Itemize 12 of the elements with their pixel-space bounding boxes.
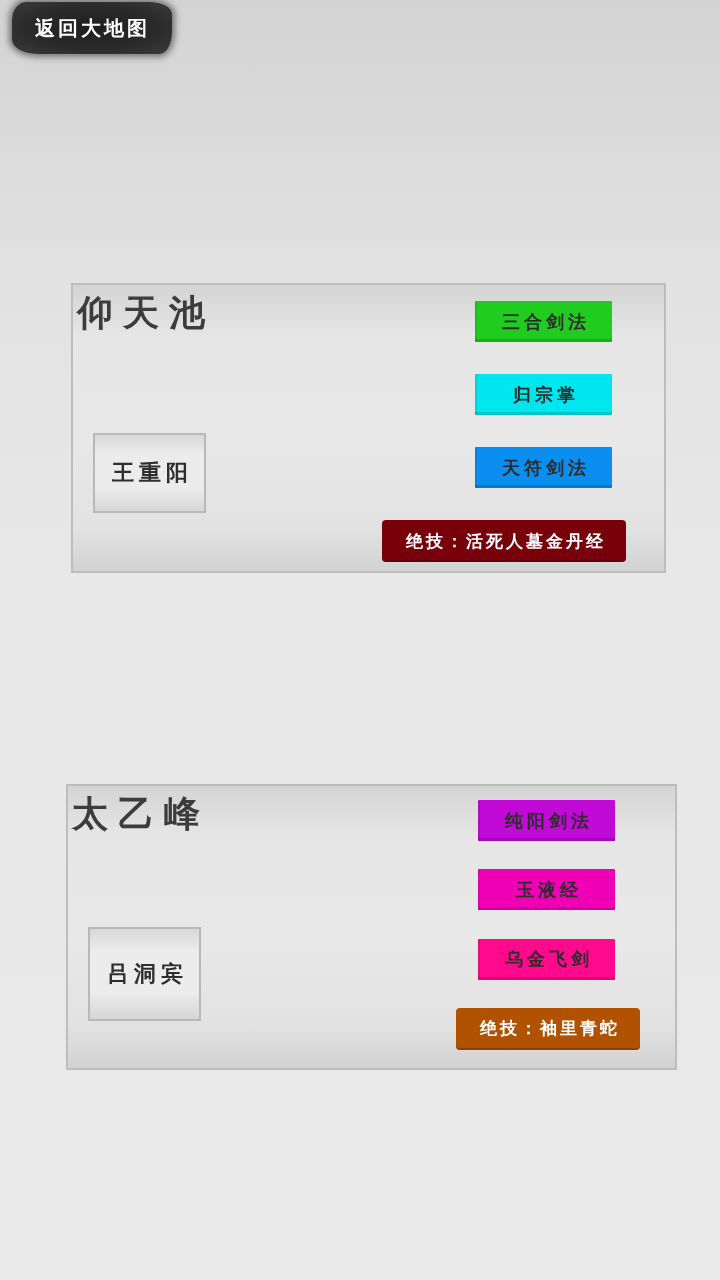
master-button[interactable]: 吕洞宾 [88,927,201,1021]
sect-title: 太乙峰 [72,792,210,834]
back-button[interactable]: 返回大地图 [12,2,172,54]
skill-button[interactable]: 三合剑法 [475,301,612,342]
sect-title: 仰天池 [77,291,215,333]
skill-button[interactable]: 归宗掌 [475,374,612,415]
ultimate-skill-button[interactable]: 绝技：活死人墓金丹经 [382,520,626,562]
master-button[interactable]: 王重阳 [93,433,206,513]
skill-button[interactable]: 天符剑法 [475,447,612,488]
skill-button[interactable]: 乌金飞剑 [478,938,615,980]
skill-button[interactable]: 玉液经 [478,869,615,911]
ultimate-skill-button[interactable]: 绝技：袖里青蛇 [456,1008,640,1050]
